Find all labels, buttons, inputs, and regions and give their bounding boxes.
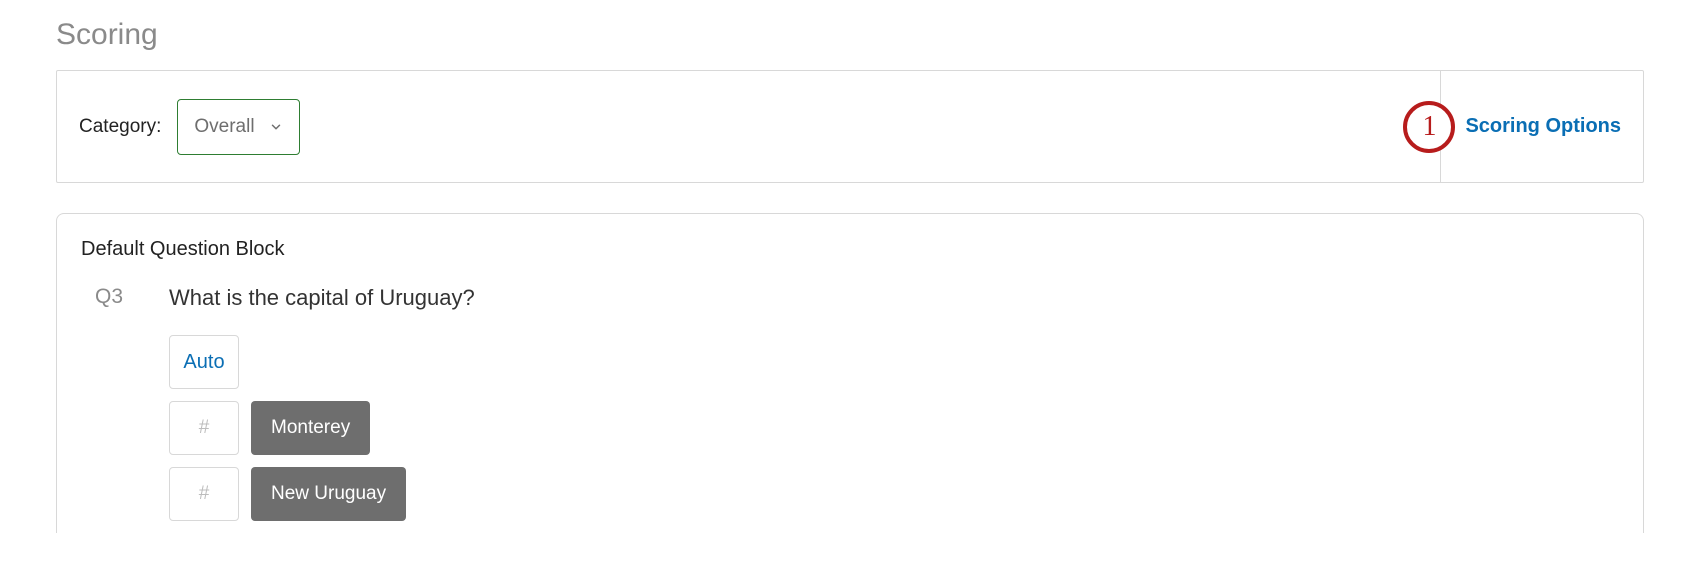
answer-row: # Monterey (169, 401, 1619, 455)
question-id: Q3 (95, 285, 135, 309)
category-select[interactable]: Overall (177, 99, 299, 155)
score-input[interactable]: # (169, 401, 239, 455)
auto-button[interactable]: Auto (169, 335, 239, 389)
block-title: Default Question Block (81, 238, 1619, 261)
question-text: What is the capital of Uruguay? (169, 285, 1619, 311)
annotation-marker-1: 1 (1403, 101, 1455, 153)
question-block: Default Question Block Q3 What is the ca… (56, 213, 1644, 533)
question-content: What is the capital of Uruguay? Auto # M… (169, 285, 1619, 533)
scoring-options-link[interactable]: Scoring Options (1465, 115, 1621, 138)
category-right-group: 1 Scoring Options (1403, 101, 1621, 153)
page-title: Scoring (56, 18, 1644, 52)
score-input[interactable]: # (169, 467, 239, 521)
answer-option[interactable]: New Uruguay (251, 467, 406, 521)
category-left-group: Category: Overall (79, 99, 300, 155)
chevron-down-icon (269, 120, 283, 134)
answer-row: # New Uruguay (169, 467, 1619, 521)
category-select-value: Overall (194, 116, 254, 138)
category-label: Category: (79, 116, 161, 138)
question-row: Q3 What is the capital of Uruguay? Auto … (81, 285, 1619, 533)
category-bar: Category: Overall 1 Scoring Options (56, 70, 1644, 183)
answer-option[interactable]: Monterey (251, 401, 370, 455)
